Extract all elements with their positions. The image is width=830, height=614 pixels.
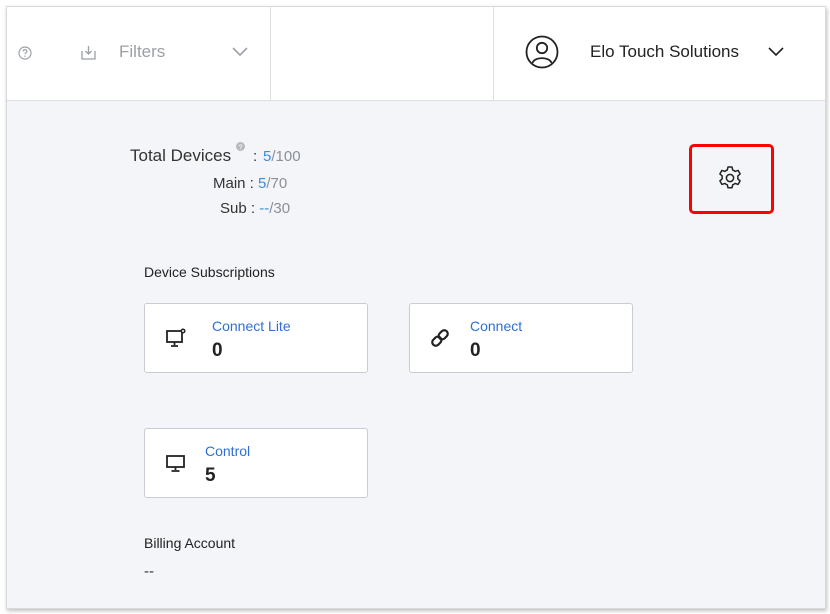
card-count: 5 — [205, 465, 216, 486]
total-limit: /100 — [271, 148, 301, 165]
total-devices-separator: : — [253, 148, 258, 165]
sub-used: -- — [259, 200, 270, 217]
device-subscriptions-title: Device Subscriptions — [144, 264, 275, 280]
link-icon — [431, 329, 449, 347]
gear-icon[interactable] — [717, 165, 743, 191]
top-bar: Filters Elo Touch Solutions — [7, 7, 825, 101]
app-frame: Filters Elo Touch Solutions Total Device… — [6, 6, 826, 609]
chevron-down-icon[interactable] — [232, 47, 248, 57]
subscription-card-control[interactable]: Control 5 — [144, 428, 368, 498]
header-divider — [493, 7, 494, 100]
sub-limit: /30 — [269, 200, 291, 217]
card-title: Control — [205, 443, 251, 459]
main-limit: /70 — [266, 175, 288, 192]
card-title: Connect — [470, 318, 523, 334]
total-devices-value: 5/100 — [263, 148, 301, 165]
card-count: 0 — [470, 340, 481, 361]
card-title: Connect Lite — [212, 318, 291, 334]
subscription-card-connect[interactable]: Connect 0 — [409, 303, 633, 373]
monitor-icon — [166, 455, 185, 472]
subscription-card-connect-lite[interactable]: Connect Lite 0 — [144, 303, 368, 373]
help-icon[interactable] — [18, 46, 32, 60]
billing-account-value: -- — [144, 563, 154, 580]
sub-label: Sub : — [220, 200, 256, 217]
header-divider — [270, 7, 271, 100]
total-devices-label: Total Devices — [130, 146, 232, 165]
main-label: Main : — [213, 175, 254, 192]
filters-dropdown-label[interactable]: Filters — [119, 42, 165, 62]
billing-account-title: Billing Account — [144, 535, 236, 551]
monitor-gear-icon — [166, 328, 186, 347]
filter-download-icon[interactable] — [80, 44, 97, 61]
info-icon[interactable]: ? — [236, 142, 245, 151]
card-count: 0 — [212, 340, 223, 361]
chevron-down-icon[interactable] — [768, 47, 784, 57]
sub-devices-row: Sub : --/30 — [220, 200, 290, 217]
svg-text:?: ? — [239, 144, 243, 151]
organization-name[interactable]: Elo Touch Solutions — [590, 42, 739, 62]
main-devices-row: Main : 5/70 — [213, 175, 287, 192]
user-avatar-icon[interactable] — [525, 35, 559, 69]
